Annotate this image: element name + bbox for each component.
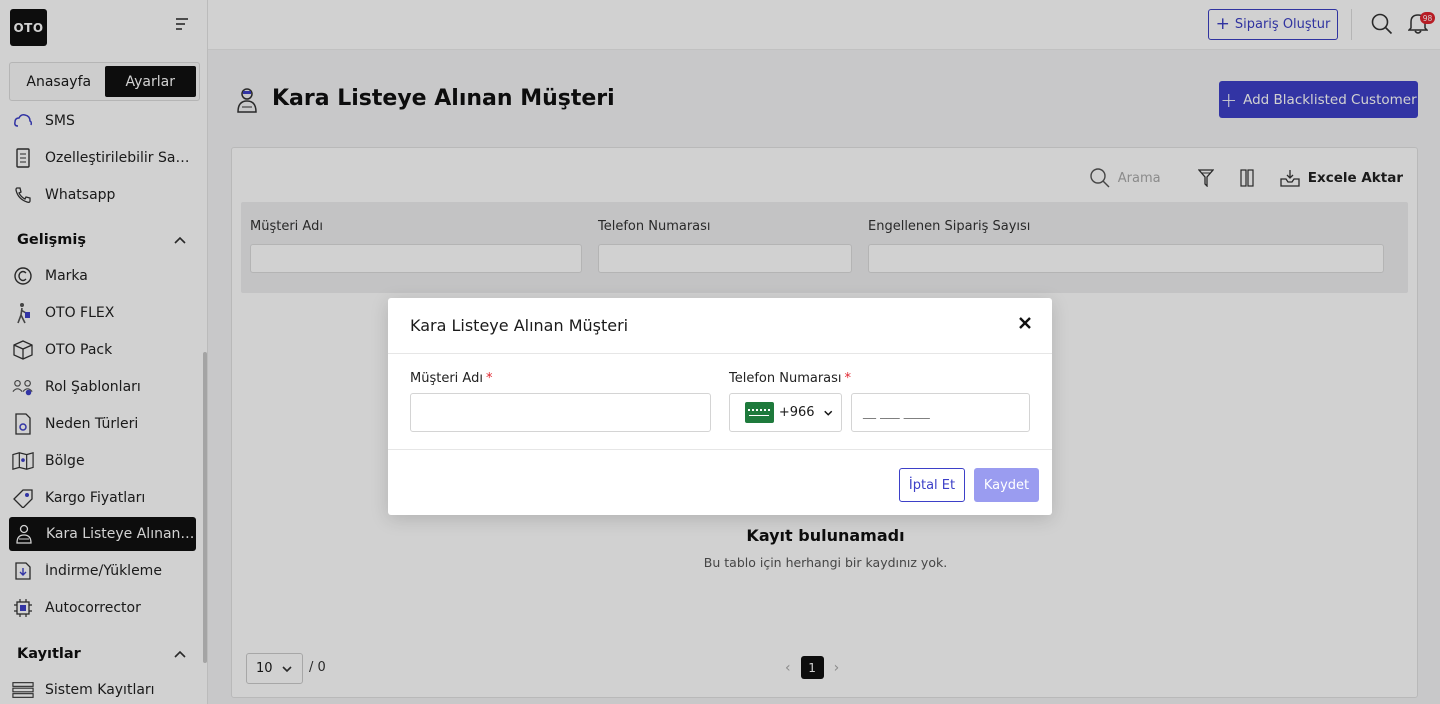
modal-title: Kara Listeye Alınan Müşteri bbox=[410, 316, 629, 335]
blacklist-customer-modal: Kara Listeye Alınan Müşteri Müşteri Adı *… bbox=[388, 298, 1052, 515]
required-mark: * bbox=[844, 371, 852, 386]
customer-name-label-text: Müşteri Adı bbox=[410, 371, 483, 386]
country-code-value: +966 bbox=[778, 405, 815, 420]
modal-footer-divider bbox=[388, 449, 1052, 450]
phone-label: Telefon Numarası * bbox=[729, 371, 851, 386]
save-button[interactable]: Kaydet bbox=[974, 468, 1039, 502]
saudi-flag-icon bbox=[745, 402, 774, 423]
close-icon[interactable] bbox=[1016, 314, 1034, 332]
chevron-down-icon bbox=[823, 410, 832, 416]
cancel-button[interactable]: İptal Et bbox=[899, 468, 965, 502]
customer-name-label: Müşteri Adı * bbox=[410, 371, 492, 386]
modal-header: Kara Listeye Alınan Müşteri bbox=[388, 298, 1052, 354]
customer-name-input[interactable] bbox=[410, 393, 711, 432]
phone-number-input[interactable]: __ ___ ____ bbox=[851, 393, 1030, 432]
phone-label-text: Telefon Numarası bbox=[729, 371, 842, 386]
country-code-select[interactable]: +966 bbox=[729, 393, 842, 432]
phone-placeholder: __ ___ ____ bbox=[863, 405, 930, 420]
required-mark: * bbox=[485, 371, 493, 386]
